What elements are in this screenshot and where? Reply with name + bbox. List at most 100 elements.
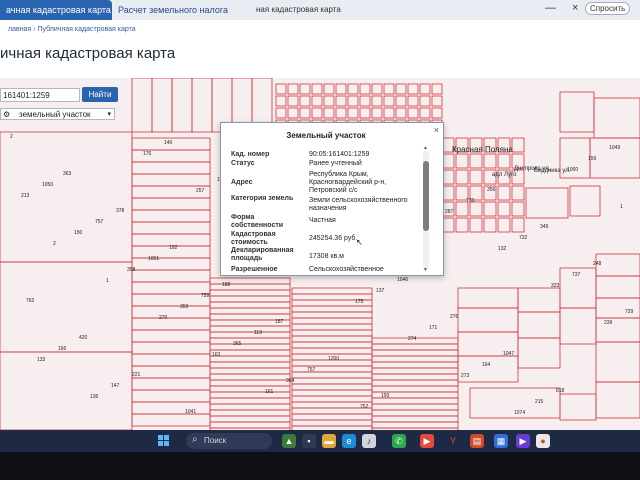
- parcel-outline[interactable]: [455, 217, 469, 233]
- parcel-outline[interactable]: [291, 413, 373, 421]
- parcel-outline[interactable]: [291, 371, 373, 379]
- whatsapp-icon[interactable]: ✆: [392, 434, 406, 448]
- parcel-outline[interactable]: [291, 419, 373, 427]
- parcel-outline[interactable]: [131, 317, 211, 331]
- parcel-outline[interactable]: [209, 409, 291, 417]
- parcel-outline[interactable]: [431, 83, 443, 95]
- parcel-outline[interactable]: [311, 83, 323, 95]
- parcel-outline[interactable]: [131, 329, 211, 343]
- parcel-outline[interactable]: [483, 201, 497, 217]
- parcel-outline[interactable]: [209, 331, 291, 339]
- chrome-icon[interactable]: ●: [536, 434, 550, 448]
- parcel-outline[interactable]: [359, 107, 371, 119]
- parcel-outline[interactable]: [209, 337, 291, 345]
- parcel-outline[interactable]: [209, 349, 291, 357]
- parcel-outline[interactable]: [299, 95, 311, 107]
- parcel-outline[interactable]: [469, 169, 483, 185]
- parcel-outline[interactable]: [407, 107, 419, 119]
- parcel-outline[interactable]: [291, 311, 373, 319]
- parcel-outline[interactable]: [497, 201, 511, 217]
- parcel-outline[interactable]: [191, 78, 213, 133]
- video-icon[interactable]: ▶: [516, 434, 530, 448]
- tab-public-map[interactable]: ная кадастровая карта: [250, 0, 382, 20]
- parcel-outline[interactable]: [483, 153, 497, 169]
- parcel-outline[interactable]: [131, 78, 153, 133]
- file-explorer-icon[interactable]: ▬: [322, 434, 336, 448]
- widgets-icon[interactable]: ▲: [282, 434, 296, 448]
- parcel-outline[interactable]: [299, 83, 311, 95]
- parcel-outline[interactable]: [335, 107, 347, 119]
- parcel-outline[interactable]: [131, 161, 211, 175]
- parcel-outline[interactable]: [291, 383, 373, 391]
- parcel-outline[interactable]: [359, 95, 371, 107]
- parcel-outline[interactable]: [291, 389, 373, 397]
- camera-icon[interactable]: ▪: [302, 434, 316, 448]
- parcel-outline[interactable]: [517, 287, 561, 313]
- parcel-outline[interactable]: [371, 415, 459, 423]
- parcel-outline[interactable]: [483, 217, 497, 233]
- parcel-outline[interactable]: [469, 217, 483, 233]
- parcel-outline[interactable]: [287, 107, 299, 119]
- parcel-outline[interactable]: [371, 403, 459, 411]
- parcel-outline[interactable]: [525, 187, 569, 219]
- parcel-outline[interactable]: [455, 201, 469, 217]
- parcel-outline[interactable]: [371, 95, 383, 107]
- parcel-outline[interactable]: [131, 353, 211, 367]
- parcel-outline[interactable]: [395, 83, 407, 95]
- parcel-outline[interactable]: [457, 287, 519, 309]
- parcel-outline[interactable]: [497, 153, 511, 169]
- parcel-outline[interactable]: [131, 293, 211, 307]
- parcel-outline[interactable]: [209, 403, 291, 411]
- scroll-down-icon[interactable]: ▼: [423, 267, 428, 273]
- parcel-outline[interactable]: [171, 78, 193, 133]
- close-window-icon[interactable]: ×: [572, 2, 578, 14]
- tab-land-tax[interactable]: Расчет земельного налога: [112, 0, 248, 20]
- parcel-outline[interactable]: [407, 95, 419, 107]
- parcel-outline[interactable]: [371, 349, 459, 357]
- parcel-outline[interactable]: [209, 355, 291, 363]
- parcel-outline[interactable]: [0, 131, 133, 263]
- parcel-outline[interactable]: [455, 153, 469, 169]
- parcel-outline[interactable]: [323, 107, 335, 119]
- parcel-outline[interactable]: [131, 365, 211, 379]
- parcel-outline[interactable]: [131, 281, 211, 295]
- parcel-outline[interactable]: [511, 217, 525, 233]
- parcel-outline[interactable]: [383, 83, 395, 95]
- parcel-outline[interactable]: [517, 311, 561, 339]
- parcel-outline[interactable]: [131, 173, 211, 187]
- parcel-outline[interactable]: [469, 201, 483, 217]
- parcel-outline[interactable]: [593, 97, 640, 139]
- parcel-outline[interactable]: [209, 325, 291, 333]
- windows-logo-icon[interactable]: [158, 435, 170, 447]
- parcel-outline[interactable]: [559, 393, 597, 421]
- parcel-outline[interactable]: [511, 201, 525, 217]
- office-icon[interactable]: ▤: [470, 434, 484, 448]
- parcel-outline[interactable]: [151, 78, 173, 133]
- parcel-outline[interactable]: [275, 107, 287, 119]
- parcel-outline[interactable]: [311, 95, 323, 107]
- parcel-outline[interactable]: [595, 341, 640, 383]
- parcel-outline[interactable]: [209, 421, 291, 429]
- parcel-outline[interactable]: [371, 355, 459, 363]
- parcel-outline[interactable]: [291, 365, 373, 373]
- parcel-outline[interactable]: [209, 391, 291, 399]
- popup-scroll-thumb[interactable]: [423, 161, 429, 231]
- parcel-outline[interactable]: [371, 343, 459, 351]
- parcel-outline[interactable]: [371, 367, 459, 375]
- parcel-outline[interactable]: [457, 307, 519, 333]
- parcel-outline[interactable]: [559, 307, 597, 345]
- parcel-outline[interactable]: [209, 289, 291, 297]
- parcel-outline[interactable]: [275, 83, 287, 95]
- parcel-outline[interactable]: [291, 335, 373, 343]
- parcel-outline[interactable]: [291, 287, 373, 295]
- popup-scrollbar[interactable]: [423, 151, 429, 269]
- edge-icon[interactable]: e: [342, 434, 356, 448]
- parcel-outline[interactable]: [371, 379, 459, 387]
- yandex-browser-icon[interactable]: Y: [446, 434, 460, 448]
- parcel-outline[interactable]: [383, 107, 395, 119]
- parcel-outline[interactable]: [131, 197, 211, 211]
- parcel-outline[interactable]: [347, 107, 359, 119]
- parcel-outline[interactable]: [209, 367, 291, 375]
- parcel-outline[interactable]: [455, 169, 469, 185]
- parcel-outline[interactable]: [209, 415, 291, 423]
